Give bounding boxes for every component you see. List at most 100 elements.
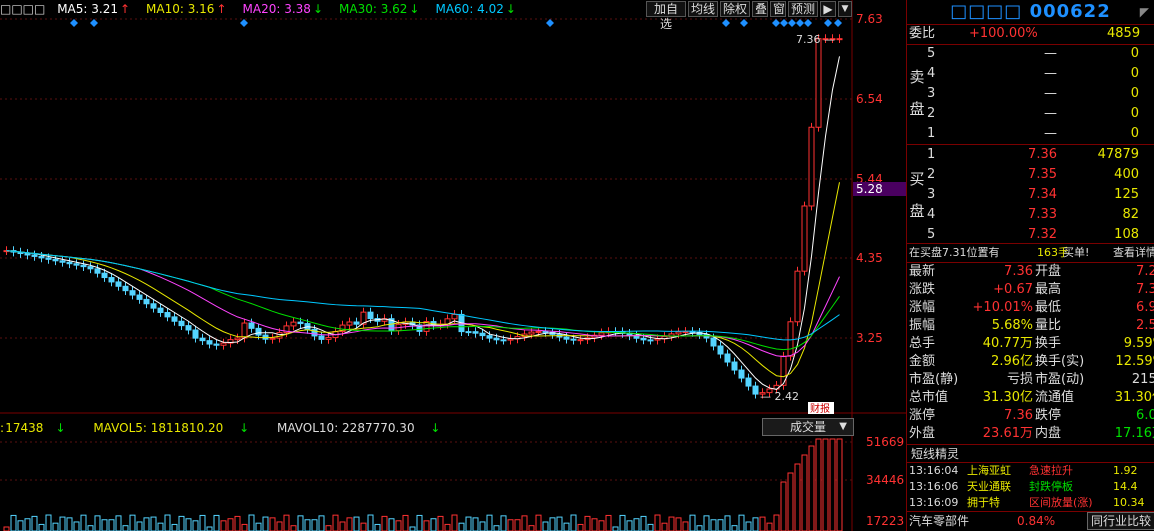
volume-bar (752, 517, 759, 531)
volume-bar (787, 472, 794, 531)
quote-row: 涨幅 +10.01%最低 6.98 (907, 299, 1154, 317)
volume-bar (416, 514, 423, 531)
volume-bar (311, 519, 318, 531)
quote-label: 市盈(动) (1035, 372, 1085, 387)
add-watchlist-button[interactable]: 加自选 (646, 1, 686, 31)
sell-level-row[interactable]: 1 — 0 (927, 124, 1154, 144)
volume-bar (780, 481, 787, 531)
volume-bar (612, 526, 619, 531)
vol-number: 17438 (5, 421, 44, 435)
quote-row: 外盘 23.61万内盘 17.16万 (907, 425, 1154, 443)
ma-legend: □□□□ MA5: 3.21 ↑ MA10: 3.16 ↑ MA20: 3.38 ↓ MA3… (0, 0, 540, 18)
volume-bar (150, 516, 157, 531)
volume-bar (178, 515, 185, 531)
news-item[interactable]: 13:16:06 天业通联 封跌停板 14.4 (907, 479, 1154, 495)
volume-bar (514, 519, 521, 531)
volume-tick-label: 17223 (866, 514, 904, 528)
chevron-down-icon[interactable]: ▼ (838, 1, 852, 17)
notice-text: 在买盘7.31位置有 (909, 246, 1000, 259)
window-button[interactable]: 窗 (770, 1, 786, 17)
volume-bar (318, 515, 325, 531)
avg-line-button[interactable]: 均线 (688, 1, 718, 17)
indicator-select-label: 成交量 (789, 420, 826, 434)
volume-bar (556, 516, 563, 531)
exright-button[interactable]: 除权 (720, 1, 750, 17)
quote-label: 最低 (1035, 300, 1062, 315)
candle-body (465, 331, 472, 334)
kline-chart-area[interactable]: 7.63 6.54 5.44 4.35 3.25 5.28 51669 34446 17223 7… (0, 0, 906, 531)
volume-bar (402, 514, 409, 531)
candle-body (108, 277, 115, 283)
candle-body (318, 335, 325, 340)
candle-body (675, 331, 682, 335)
candle-body (248, 322, 255, 329)
quote-label: 涨停 (909, 408, 936, 423)
news-time: 13:16:09 (909, 496, 959, 509)
quote-value: 40.77万 (982, 336, 1033, 351)
sell-level-row[interactable]: 4 — 0 (927, 64, 1154, 84)
volume-bar (255, 522, 262, 531)
candle-body (724, 353, 731, 363)
quote-label: 涨跌 (909, 282, 936, 297)
level-price: — (1044, 46, 1057, 61)
expand-icon[interactable]: ◤ (1140, 0, 1150, 24)
indicator-select[interactable]: 成交量 ▼ (762, 418, 854, 436)
view-details-link[interactable]: 查看详情 (1113, 243, 1154, 263)
candle-body (290, 321, 297, 327)
volume-bar (283, 514, 290, 531)
volume-bar (759, 516, 766, 531)
buy-level-row[interactable]: 3 7.34 125 (927, 185, 1154, 205)
candle-body (66, 261, 73, 265)
order-notice[interactable]: 在买盘7.31位置有 163手 买单! 查看详情 (907, 243, 1154, 263)
mavol10-text: MAVOL10: 2287770.30 (277, 421, 415, 435)
news-number: 10.34 (1113, 496, 1145, 509)
play-icon[interactable]: ▶ (820, 1, 836, 17)
candle-body (59, 260, 66, 263)
volume-bar (717, 519, 724, 531)
news-item[interactable]: 13:16:04 上海亚虹 急速拉升 1.92 (907, 463, 1154, 479)
volume-bar (591, 518, 598, 531)
price-tick-label: 7.63 (856, 12, 883, 26)
candle-body (80, 264, 87, 268)
volume-bar (633, 518, 640, 531)
volume-bar (738, 514, 745, 531)
quote-row: 总市值31.30亿流通值31.30亿 (907, 389, 1154, 407)
news-time: 13:16:06 (909, 480, 959, 493)
volume-bar (269, 517, 276, 531)
level-num: 1 (927, 126, 936, 141)
volume-bar (479, 521, 486, 531)
overlay-button[interactable]: 叠 (752, 1, 768, 17)
quote-label: 涨幅 (909, 300, 936, 315)
volume-bar (584, 515, 591, 531)
buy-level-row[interactable]: 5 7.32 108 (927, 225, 1154, 245)
candle-body (745, 377, 752, 387)
industry-compare-button[interactable]: 同行业比较 (1087, 512, 1154, 530)
sell-level-row[interactable]: 5 — 0 (927, 44, 1154, 64)
candle-body (787, 321, 794, 357)
volume-bar (185, 518, 192, 531)
candle-body (542, 330, 549, 333)
forecast-button[interactable]: 预测 (788, 1, 818, 17)
industry-name[interactable]: 汽车零部件 (909, 511, 969, 531)
buy-level-row[interactable]: 4 7.33 82 (927, 205, 1154, 225)
candle-body (143, 298, 150, 305)
sell-level-row[interactable]: 2 — 0 (927, 104, 1154, 124)
ma-label: MA60: 4.02 (435, 2, 504, 16)
volume-bar (80, 514, 87, 531)
sell-level-row[interactable]: 3 — 0 (927, 84, 1154, 104)
candle-body (479, 332, 486, 337)
volume-bar (808, 445, 815, 531)
news-item[interactable]: 13:16:09 拥于特 区间放量(涨) 10.34 (907, 495, 1154, 511)
mavol5-text: MAVOL5: 1811810.20 (93, 421, 224, 435)
level-volume: 82 (1122, 207, 1139, 222)
quote-value: 2.96亿 (991, 354, 1033, 369)
volume-bar (500, 515, 507, 531)
buy-level-row[interactable]: 1 7.36 47879 (927, 145, 1154, 165)
candle-body (206, 340, 213, 345)
candle-body (192, 329, 199, 339)
kline-chart-canvas[interactable]: 7.636.545.444.353.255.285166934446172237… (0, 0, 906, 531)
price-tick-label: 3.25 (856, 331, 883, 345)
quote-label: 总市值 (909, 390, 949, 405)
buy-level-row[interactable]: 2 7.35 400 (927, 165, 1154, 185)
level-num: 4 (927, 66, 936, 81)
